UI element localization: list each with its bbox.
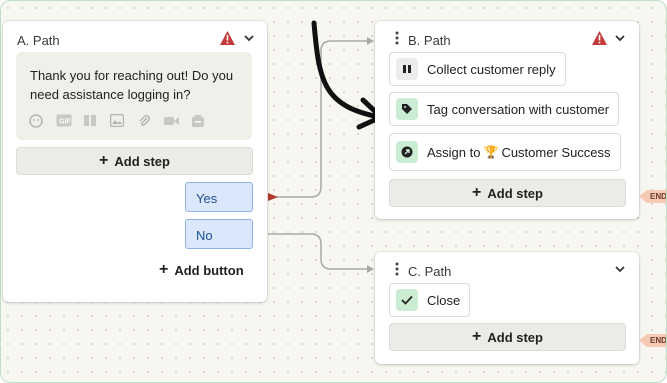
tag-icon xyxy=(396,98,418,120)
add-step-label: Add step xyxy=(487,185,543,201)
assign-arrow-icon xyxy=(396,141,418,163)
add-button-label: Add button xyxy=(174,262,244,278)
step-collect-reply[interactable]: Collect customer reply xyxy=(389,52,566,86)
image-icon[interactable] xyxy=(109,113,128,128)
video-icon[interactable] xyxy=(164,114,182,128)
step-assign-to[interactable]: Assign to 🏆 Customer Success xyxy=(389,133,621,171)
message-toolbar: GIF xyxy=(29,113,209,128)
step-label-prefix: Assign to xyxy=(427,144,481,160)
team-name: Customer Success xyxy=(501,144,611,160)
add-step-label: Add step xyxy=(114,153,170,169)
gif-icon[interactable]: GIF xyxy=(56,114,74,128)
add-button[interactable]: + Add button xyxy=(159,262,244,278)
add-step-button[interactable]: + Add step xyxy=(16,147,253,175)
step-label: Close xyxy=(427,292,461,308)
step-label: Collect customer reply xyxy=(427,61,556,77)
trophy-icon: 🏆 xyxy=(483,145,499,159)
warning-icon[interactable] xyxy=(220,31,235,45)
add-step-button[interactable]: + Add step xyxy=(389,323,626,351)
add-step-button[interactable]: + Add step xyxy=(389,179,626,207)
drag-handle-icon[interactable] xyxy=(395,31,399,45)
flow-canvas[interactable]: A. Path Thank you for reaching out! Do y… xyxy=(0,0,667,383)
warning-icon[interactable] xyxy=(592,31,607,45)
plus-icon: + xyxy=(472,328,482,345)
chevron-down-icon[interactable] xyxy=(614,264,626,274)
step-tag-conversation[interactable]: Tag conversation with customer xyxy=(389,92,620,126)
choice-button-yes[interactable]: Yes xyxy=(185,182,253,212)
step-close[interactable]: Close xyxy=(389,283,471,317)
chevron-down-icon[interactable] xyxy=(243,33,255,43)
card-title: C. Path xyxy=(408,264,452,279)
path-card-c[interactable]: C. Path Close + Add step xyxy=(375,252,639,364)
plus-icon: + xyxy=(472,184,482,201)
message-bubble[interactable]: Thank you for reaching out! Do you need … xyxy=(16,52,252,140)
path-card-a[interactable]: A. Path Thank you for reaching out! Do y… xyxy=(3,21,267,302)
pause-icon xyxy=(396,58,418,80)
book-icon[interactable] xyxy=(83,114,101,128)
chevron-down-icon[interactable] xyxy=(614,33,626,43)
check-icon xyxy=(396,289,418,311)
emoji-icon[interactable] xyxy=(29,114,47,128)
ticket-icon[interactable] xyxy=(191,114,209,128)
drag-handle-icon[interactable] xyxy=(395,262,399,276)
add-step-label: Add step xyxy=(487,329,543,345)
step-label: Tag conversation with customer xyxy=(427,101,610,117)
card-title: B. Path xyxy=(408,33,451,48)
attachment-icon[interactable] xyxy=(137,114,155,128)
message-text: Thank you for reaching out! Do you need … xyxy=(30,68,234,102)
svg-text:GIF: GIF xyxy=(59,119,71,126)
card-title: A. Path xyxy=(17,33,60,48)
choice-button-no[interactable]: No xyxy=(185,219,253,249)
path-card-b[interactable]: B. Path Collect customer reply Tag conve… xyxy=(375,21,639,219)
plus-icon: + xyxy=(99,152,109,169)
plus-icon: + xyxy=(159,261,169,278)
